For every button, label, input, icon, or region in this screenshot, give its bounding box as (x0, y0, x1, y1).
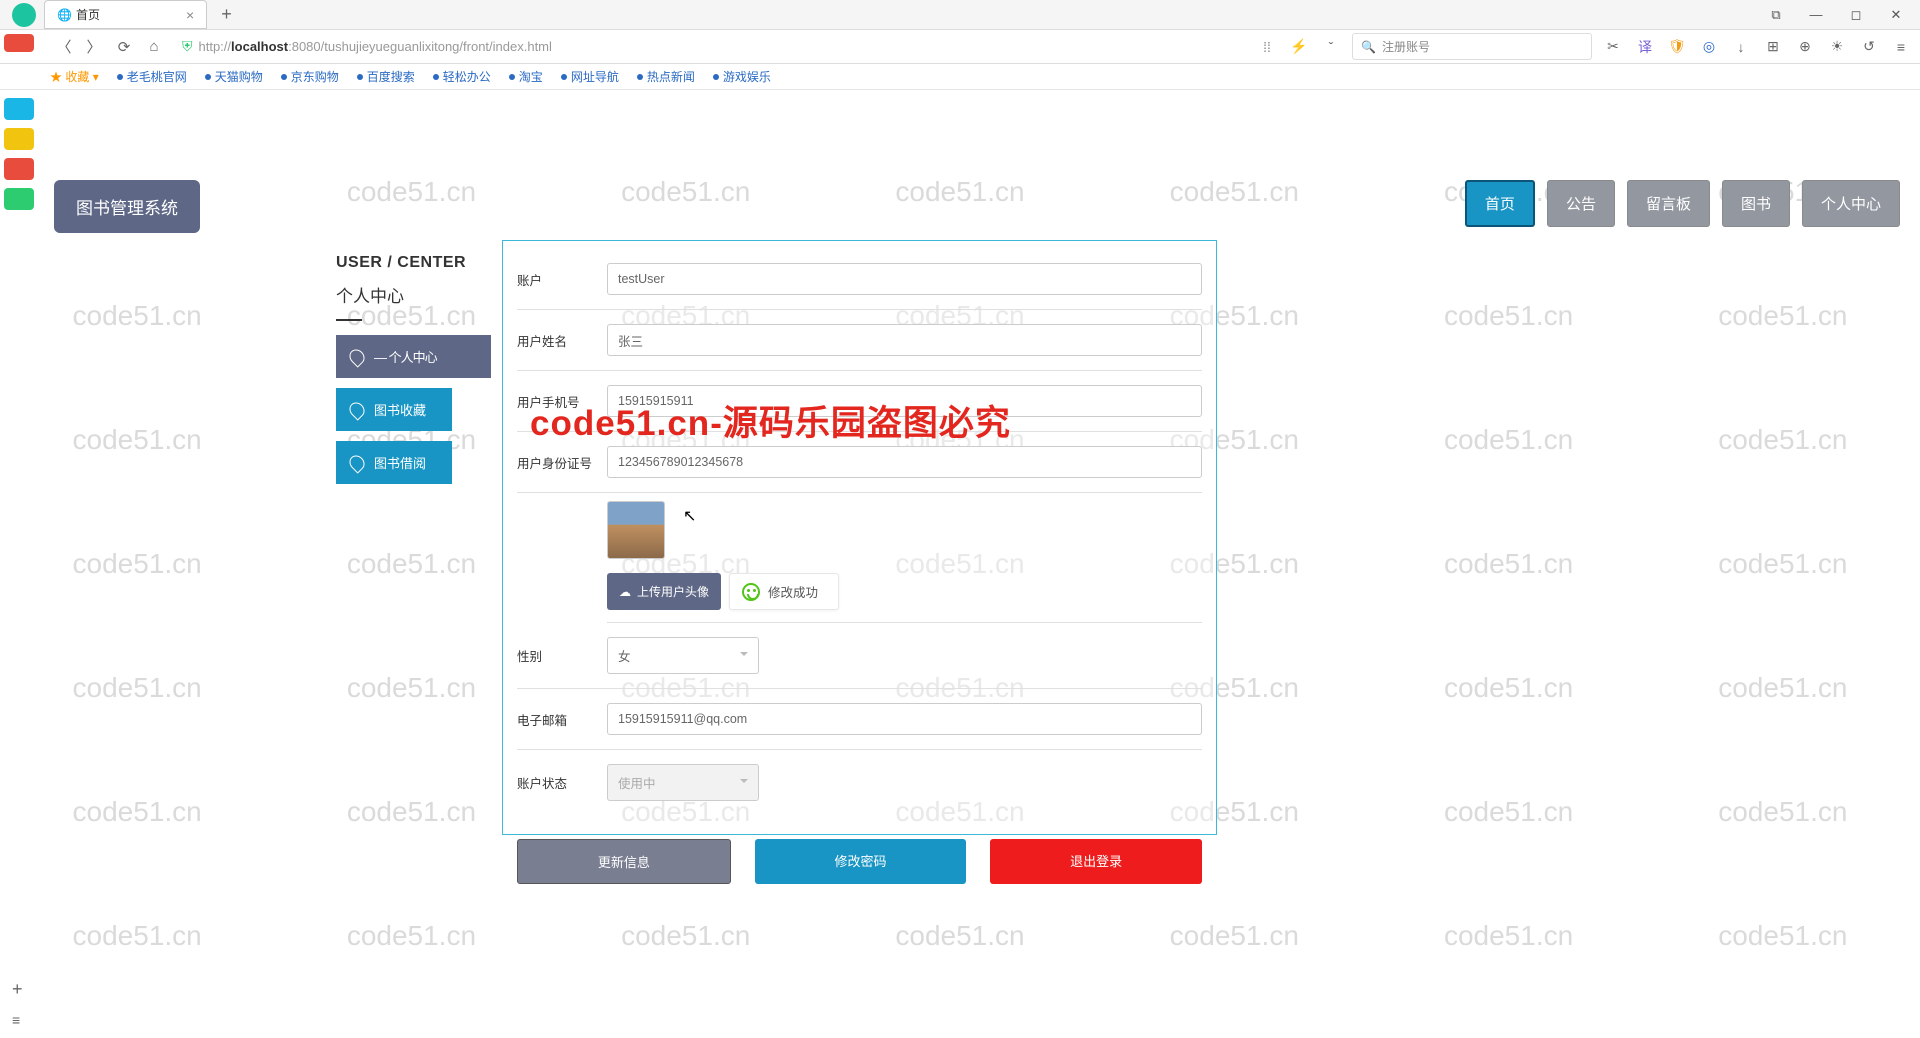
tab-title: 首页 (76, 6, 100, 23)
flame-icon (346, 346, 367, 367)
label-username: 用户姓名 (517, 331, 607, 350)
apps-icon[interactable]: ⊞ (1762, 38, 1784, 55)
flame-icon (346, 399, 367, 420)
bookmark-item[interactable]: 游戏娱乐 (713, 68, 771, 85)
rail-badge[interactable] (4, 158, 34, 180)
browser-left-rail (0, 30, 38, 210)
divider (336, 319, 362, 321)
flame-icon (346, 452, 367, 473)
window-bookmark-icon[interactable]: ⧉ (1756, 7, 1796, 23)
bottom-add-icon[interactable]: + (12, 979, 23, 1000)
select-status: 使用中 (607, 764, 759, 801)
search-icon: 🔍 (1361, 40, 1376, 54)
input-username[interactable] (607, 324, 1202, 356)
bookmarks-bar: ★ 收藏 ▾ 老毛桃官网 天猫购物 京东购物 百度搜索 轻松办公 淘宝 网址导航… (0, 64, 1920, 90)
extensions-icon[interactable]: ⊕ (1794, 38, 1816, 55)
nav-reload-icon[interactable]: ⟳ (114, 38, 134, 56)
bookmark-item[interactable]: 京东购物 (281, 68, 339, 85)
url-input[interactable]: ⛨ http://localhost:8080/tushujieyueguanl… (174, 35, 894, 58)
cursor-icon: ↖ (683, 506, 696, 526)
label-status: 账户状态 (517, 773, 607, 792)
bookmark-item[interactable]: 老毛桃官网 (117, 68, 187, 85)
target-icon[interactable]: ◎ (1698, 38, 1720, 55)
avatar-image (607, 501, 665, 559)
window-close-icon[interactable]: ✕ (1876, 7, 1916, 23)
rail-badge[interactable] (4, 128, 34, 150)
cloud-upload-icon: ☁ (619, 585, 631, 599)
browser-tab[interactable]: 🌐 首页 × (44, 0, 207, 29)
history-icon[interactable]: ↺ (1858, 38, 1880, 55)
nav-forward-icon[interactable]: 〉 (84, 36, 104, 57)
nav-back-icon[interactable]: 〈 (54, 36, 74, 57)
rail-badge[interactable] (4, 34, 34, 52)
label-phone: 用户手机号 (517, 392, 607, 411)
success-icon (742, 583, 760, 601)
chevron-down-icon[interactable]: ˇ (1320, 39, 1342, 55)
label-idcard: 用户身份证号 (517, 453, 607, 472)
side-title: USER / CENTER (336, 254, 496, 272)
browser-logo-icon (12, 3, 36, 27)
input-account[interactable] (607, 263, 1202, 295)
settings-icon[interactable]: ☀ (1826, 38, 1848, 55)
bookmark-item[interactable]: 天猫购物 (205, 68, 263, 85)
url-text: http://localhost:8080/tushujieyueguanlix… (199, 39, 552, 54)
new-tab-button[interactable]: + (211, 4, 242, 25)
bookmark-item[interactable]: 轻松办公 (433, 68, 491, 85)
profile-form: 账户 用户姓名 用户手机号 用户身份证号 ☁ 上传用户头像 修 (502, 240, 1217, 835)
rail-badge[interactable] (4, 188, 34, 210)
change-password-button[interactable]: 修改密码 (755, 839, 967, 884)
success-toast: 修改成功 (729, 573, 839, 610)
nav-home[interactable]: 首页 (1465, 180, 1535, 227)
bottom-menu-icon[interactable]: ≡ (12, 1012, 20, 1028)
window-minimize-icon[interactable]: — (1796, 7, 1836, 22)
window-maximize-icon[interactable]: ◻ (1836, 7, 1876, 23)
bookmark-item[interactable]: 百度搜索 (357, 68, 415, 85)
flash-icon[interactable]: ⚡ (1288, 38, 1310, 55)
nav-home-icon[interactable]: ⌂ (144, 38, 164, 55)
logout-button[interactable]: 退出登录 (990, 839, 1202, 884)
side-subtitle: 个人中心 (336, 282, 496, 307)
label-gender: 性别 (517, 646, 607, 665)
label-account: 账户 (517, 270, 607, 289)
input-idcard[interactable] (607, 446, 1202, 478)
side-item-profile[interactable]: — 个人中心 (336, 335, 491, 378)
update-button[interactable]: 更新信息 (517, 839, 731, 884)
shield-icon: ⛨ (182, 38, 193, 55)
search-input[interactable]: 🔍 注册账号 (1352, 33, 1592, 60)
side-item-favorites[interactable]: 图书收藏 (336, 388, 452, 431)
bookmark-item[interactable]: 热点新闻 (637, 68, 695, 85)
nav-notice[interactable]: 公告 (1547, 180, 1615, 227)
nav-board[interactable]: 留言板 (1627, 180, 1710, 227)
top-nav: 首页 公告 留言板 图书 个人中心 (1465, 180, 1900, 227)
nav-user-center[interactable]: 个人中心 (1802, 180, 1900, 227)
label-email: 电子邮箱 (517, 710, 607, 729)
nav-books[interactable]: 图书 (1722, 180, 1790, 227)
address-bar: 〈 〉 ⟳ ⌂ ⛨ http://localhost:8080/tushujie… (0, 30, 1920, 64)
qr-icon[interactable]: ⁞⁞ (1256, 39, 1278, 55)
side-menu: USER / CENTER 个人中心 — 个人中心 图书收藏 图书借阅 (336, 254, 496, 494)
window-title-bar: 🌐 首页 × + ⧉ — ◻ ✕ (0, 0, 1920, 30)
app-title: 图书管理系统 (54, 180, 200, 233)
side-item-borrow[interactable]: 图书借阅 (336, 441, 452, 484)
upload-avatar-button[interactable]: ☁ 上传用户头像 (607, 573, 721, 610)
security-icon[interactable]: 🛡 (1666, 38, 1688, 55)
input-phone[interactable] (607, 385, 1202, 417)
download-icon[interactable]: ↓ (1730, 39, 1752, 55)
menu-icon[interactable]: ≡ (1890, 39, 1912, 55)
tab-close-icon[interactable]: × (186, 7, 194, 23)
translate-icon[interactable]: 译 (1634, 37, 1656, 57)
bookmark-item[interactable]: 网址导航 (561, 68, 619, 85)
favorites-button[interactable]: ★ 收藏 ▾ (50, 68, 99, 85)
input-email[interactable] (607, 703, 1202, 735)
bookmark-item[interactable]: 淘宝 (509, 68, 543, 85)
scissors-icon[interactable]: ✂ (1602, 38, 1624, 55)
rail-badge[interactable] (4, 98, 34, 120)
globe-icon: 🌐 (57, 8, 70, 21)
select-gender[interactable]: 女 (607, 637, 759, 674)
